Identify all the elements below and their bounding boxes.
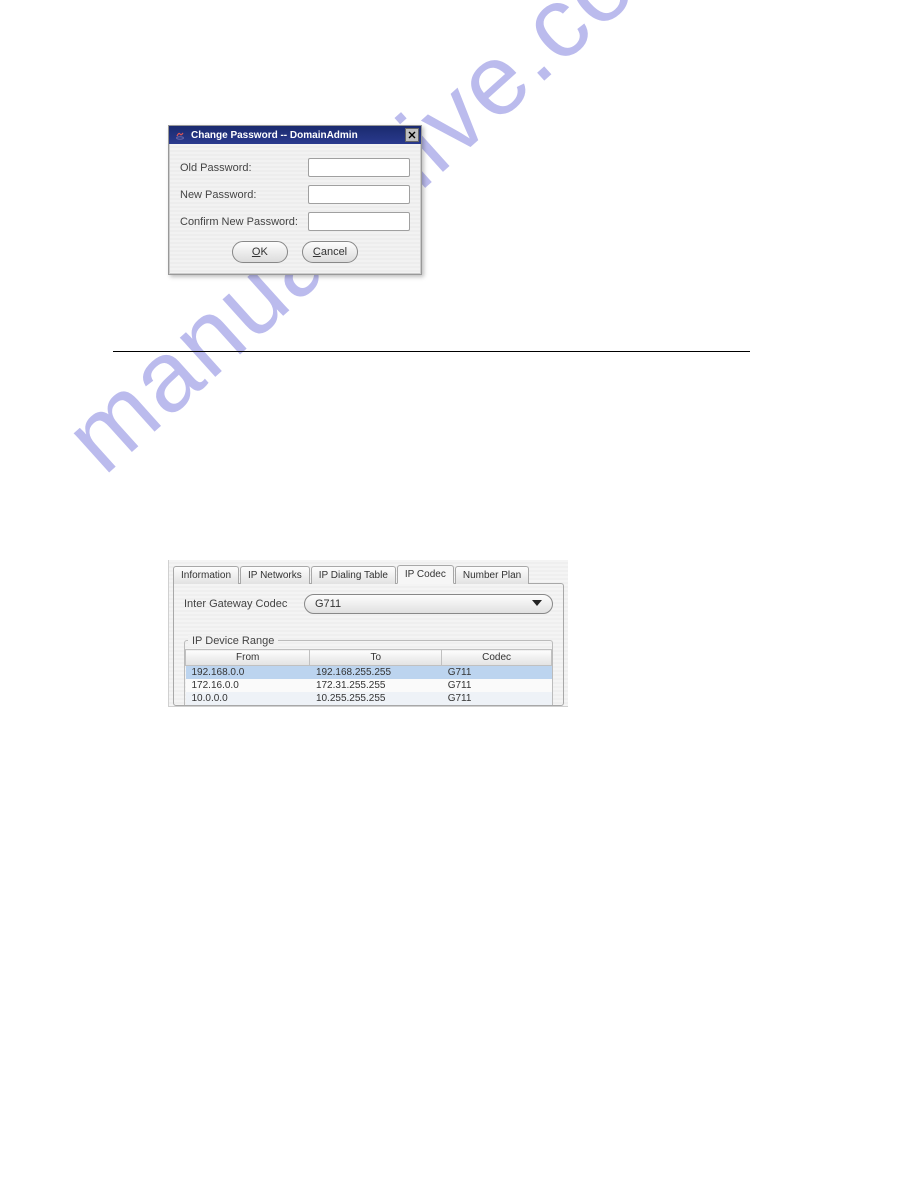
- cell-to: 172.31.255.255: [310, 679, 442, 692]
- confirm-password-input[interactable]: [308, 212, 410, 231]
- java-cup-icon: [173, 128, 187, 142]
- tab-content: Inter Gateway Codec G711 IP Device Range…: [173, 583, 564, 706]
- ip-device-range-table: From To Codec 192.168.0.0 192.168.255.25…: [185, 649, 552, 705]
- close-icon[interactable]: [405, 128, 419, 142]
- tab-ip-dialing-table[interactable]: IP Dialing Table: [311, 566, 396, 584]
- old-password-row: Old Password:: [180, 158, 410, 177]
- cell-codec: G711: [442, 666, 552, 680]
- cell-codec: G711: [442, 679, 552, 692]
- table-row[interactable]: 192.168.0.0 192.168.255.255 G711: [186, 666, 552, 680]
- table-row[interactable]: 172.16.0.0 172.31.255.255 G711: [186, 679, 552, 692]
- ip-codec-panel: Information IP Networks IP Dialing Table…: [168, 560, 568, 707]
- chevron-down-icon: [532, 600, 542, 606]
- col-from[interactable]: From: [186, 650, 310, 666]
- tab-information[interactable]: Information: [173, 566, 239, 584]
- table-row[interactable]: 10.0.0.0 10.255.255.255 G711: [186, 692, 552, 705]
- new-password-label: New Password:: [180, 189, 308, 201]
- cell-from: 192.168.0.0: [186, 666, 310, 680]
- dialog-titlebar[interactable]: Change Password -- DomainAdmin: [169, 126, 421, 144]
- cell-codec: G711: [442, 692, 552, 705]
- col-to[interactable]: To: [310, 650, 442, 666]
- ok-button[interactable]: OK: [232, 241, 288, 263]
- tab-number-plan[interactable]: Number Plan: [455, 566, 529, 584]
- new-password-input[interactable]: [308, 185, 410, 204]
- cell-to: 192.168.255.255: [310, 666, 442, 680]
- change-password-dialog: Change Password -- DomainAdmin Old Passw…: [168, 125, 422, 275]
- tab-ip-codec[interactable]: IP Codec: [397, 565, 454, 584]
- tab-ip-networks[interactable]: IP Networks: [240, 566, 310, 584]
- old-password-label: Old Password:: [180, 162, 308, 174]
- dialog-button-row: OK Cancel: [180, 241, 410, 263]
- ip-device-range-label: IP Device Range: [188, 635, 278, 647]
- old-password-input[interactable]: [308, 158, 410, 177]
- section-divider: [113, 351, 750, 352]
- tab-strip: Information IP Networks IP Dialing Table…: [169, 560, 568, 583]
- inter-gateway-codec-label: Inter Gateway Codec: [184, 598, 304, 610]
- cell-from: 172.16.0.0: [186, 679, 310, 692]
- dialog-body: Old Password: New Password: Confirm New …: [169, 144, 421, 274]
- inter-gateway-codec-value: G711: [315, 598, 341, 610]
- cancel-button[interactable]: Cancel: [302, 241, 358, 263]
- confirm-password-label: Confirm New Password:: [180, 216, 308, 228]
- ip-device-range-group: From To Codec 192.168.0.0 192.168.255.25…: [184, 640, 553, 705]
- new-password-row: New Password:: [180, 185, 410, 204]
- col-codec[interactable]: Codec: [442, 650, 552, 666]
- inter-gateway-codec-select[interactable]: G711: [304, 594, 553, 614]
- inter-gateway-codec-row: Inter Gateway Codec G711: [184, 594, 553, 614]
- confirm-password-row: Confirm New Password:: [180, 212, 410, 231]
- cell-to: 10.255.255.255: [310, 692, 442, 705]
- table-header-row: From To Codec: [186, 650, 552, 666]
- cell-from: 10.0.0.0: [186, 692, 310, 705]
- dialog-title: Change Password -- DomainAdmin: [191, 130, 405, 141]
